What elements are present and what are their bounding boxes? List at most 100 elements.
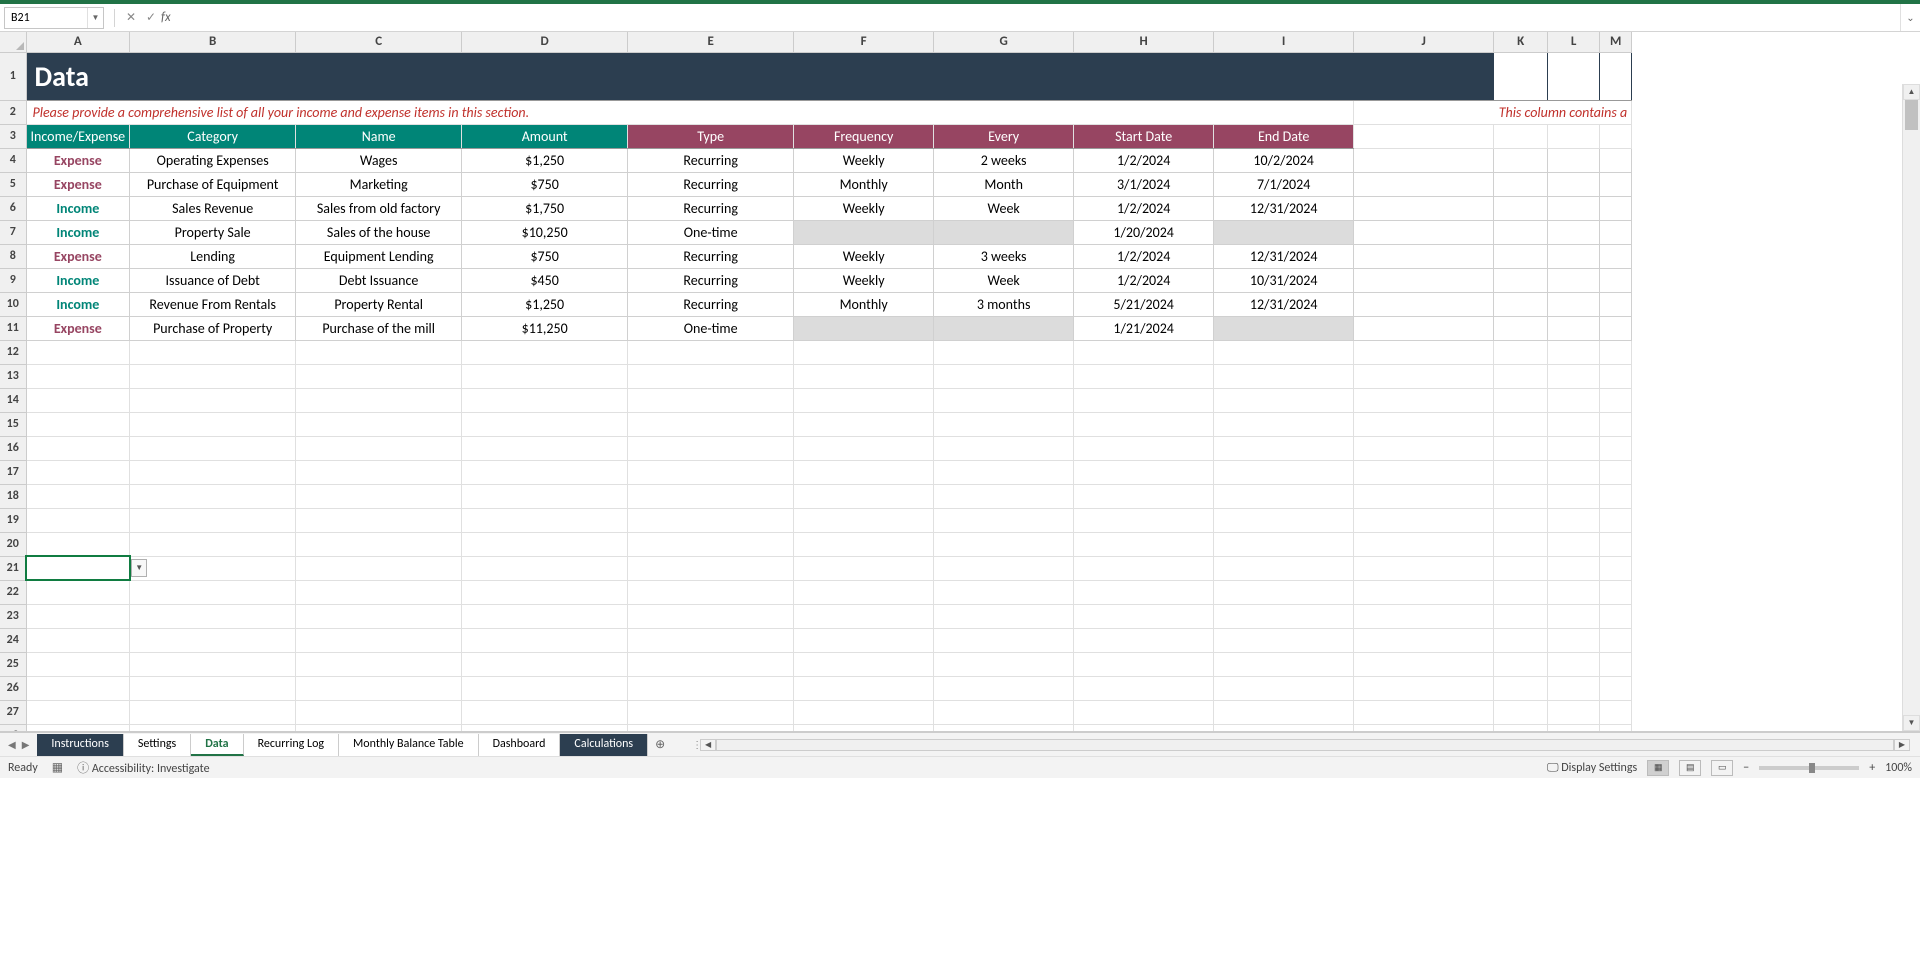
empty-cell[interactable] [1600,508,1632,532]
empty-cell[interactable] [130,604,296,628]
sheet-tab[interactable]: Dashboard [479,734,561,756]
empty-cell[interactable] [628,484,794,508]
table-cell[interactable] [1214,316,1354,340]
table-cell[interactable]: Week [934,196,1074,220]
table-header[interactable]: Start Date [1074,124,1214,148]
table-cell[interactable]: 1/2/2024 [1074,148,1214,172]
empty-cell[interactable] [1354,412,1494,436]
empty-cell[interactable] [1214,412,1354,436]
empty-cell[interactable] [26,652,130,676]
empty-cell[interactable] [1548,484,1600,508]
empty-cell[interactable] [1548,340,1600,364]
column-header[interactable]: F [794,32,934,52]
column-header[interactable]: H [1074,32,1214,52]
column-header[interactable]: A [26,32,130,52]
empty-cell[interactable] [130,484,296,508]
empty-cell[interactable] [628,508,794,532]
table-cell[interactable]: Expense [26,148,130,172]
empty-cell[interactable] [26,628,130,652]
zoom-slider[interactable] [1759,766,1859,770]
scroll-thumb[interactable] [1905,100,1918,130]
sheet-tab[interactable]: Instructions [37,734,123,756]
empty-cell[interactable] [1548,676,1600,700]
empty-cell[interactable] [26,700,130,724]
empty-cell[interactable] [1600,364,1632,388]
empty-cell[interactable] [1600,628,1632,652]
table-cell[interactable]: Week [934,268,1074,292]
table-cell[interactable]: Income [26,220,130,244]
column-header[interactable]: B [130,32,296,52]
table-cell[interactable]: 1/2/2024 [1074,268,1214,292]
empty-cell[interactable] [462,700,628,724]
empty-cell[interactable] [1548,412,1600,436]
empty-cell[interactable] [794,436,934,460]
empty-cell[interactable] [1494,604,1548,628]
table-cell[interactable]: Property Sale [130,220,296,244]
empty-cell[interactable] [26,460,130,484]
scroll-down-icon[interactable]: ▼ [1903,715,1920,731]
empty-cell[interactable] [934,364,1074,388]
zoom-out-button[interactable]: − [1743,761,1749,775]
empty-cell[interactable] [934,508,1074,532]
empty-cell[interactable] [1214,508,1354,532]
table-cell[interactable]: Recurring [628,196,794,220]
empty-cell[interactable] [1354,676,1494,700]
empty-cell[interactable] [1074,484,1214,508]
empty-cell[interactable] [1354,460,1494,484]
table-cell[interactable] [934,316,1074,340]
empty-cell[interactable] [1600,604,1632,628]
formula-input[interactable] [179,8,1900,28]
empty-cell[interactable] [934,580,1074,604]
empty-cell[interactable] [130,556,296,580]
empty-cell[interactable] [1494,700,1548,724]
table-cell[interactable]: $1,750 [462,196,628,220]
cell-dropdown-icon[interactable]: ▼ [131,559,147,577]
table-cell[interactable]: 7/1/2024 [1214,172,1354,196]
empty-cell[interactable] [1600,388,1632,412]
empty-cell[interactable] [794,532,934,556]
empty-cell[interactable] [130,508,296,532]
empty-cell[interactable] [462,676,628,700]
table-header[interactable]: Type [628,124,794,148]
table-cell[interactable]: $750 [462,172,628,196]
empty-cell[interactable] [26,436,130,460]
horizontal-scrollbar[interactable]: ⋮ ◀ ▶ [692,739,1910,751]
empty-cell[interactable] [130,628,296,652]
empty-cell[interactable] [794,388,934,412]
empty-cell[interactable] [1600,484,1632,508]
column-header[interactable]: M [1600,32,1632,52]
table-header[interactable]: Name [296,124,462,148]
empty-cell[interactable] [1354,700,1494,724]
empty-cell[interactable] [1600,436,1632,460]
empty-cell[interactable] [1600,700,1632,724]
empty-cell[interactable] [1354,340,1494,364]
empty-cell[interactable] [628,532,794,556]
table-header[interactable]: Amount [462,124,628,148]
empty-cell[interactable] [1354,364,1494,388]
empty-cell[interactable] [794,508,934,532]
table-cell[interactable]: Weekly [794,196,934,220]
empty-cell[interactable]: ▼ [26,556,130,580]
sheet-tab[interactable]: Data [191,734,243,756]
empty-cell[interactable] [1214,604,1354,628]
empty-cell[interactable] [794,580,934,604]
empty-cell[interactable] [934,700,1074,724]
zoom-level[interactable]: 100% [1885,761,1912,775]
empty-cell[interactable] [1214,676,1354,700]
table-header[interactable]: End Date [1214,124,1354,148]
table-cell[interactable]: Monthly [794,292,934,316]
empty-cell[interactable] [130,412,296,436]
empty-cell[interactable] [1494,556,1548,580]
empty-cell[interactable] [1600,580,1632,604]
empty-cell[interactable] [934,484,1074,508]
empty-cell[interactable] [1214,436,1354,460]
table-cell[interactable]: $1,250 [462,292,628,316]
empty-cell[interactable] [1600,412,1632,436]
table-cell[interactable]: Debt Issuance [296,268,462,292]
empty-cell[interactable] [1074,388,1214,412]
empty-cell[interactable] [794,484,934,508]
table-cell[interactable]: Purchase of Property [130,316,296,340]
empty-cell[interactable] [462,460,628,484]
table-cell[interactable]: Expense [26,316,130,340]
table-cell[interactable]: $450 [462,268,628,292]
